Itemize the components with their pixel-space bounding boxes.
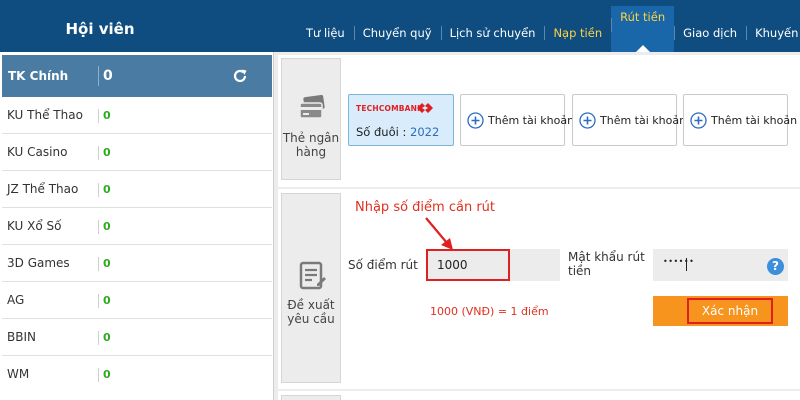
tab-nap-tien[interactable]: Nạp tiền: [544, 14, 611, 52]
sidebar-item-label: BBIN: [7, 330, 36, 344]
plus-circle-icon: [690, 112, 707, 129]
tab-lich-su-chuyen[interactable]: Lịch sử chuyển: [440, 14, 545, 52]
confirm-button[interactable]: Xác nhận: [653, 296, 788, 326]
section-label-line2: hàng: [295, 145, 327, 159]
page-title: Hội viên: [65, 20, 135, 38]
tab-giao-dich[interactable]: Giao dịch: [674, 14, 746, 52]
help-icon[interactable]: ?: [767, 258, 784, 275]
request-section-label: Đề xuất yêu cầu: [281, 193, 341, 383]
sidebar: TK Chính 0 KU Thể Thao 0 KU Casino 0 JZ …: [0, 52, 274, 400]
add-account-button[interactable]: Thêm tài khoản: [683, 94, 797, 146]
next-section-label: [281, 395, 341, 400]
refresh-icon[interactable]: [232, 68, 248, 84]
bank-logo: TECHCOMBANK: [356, 104, 424, 113]
sidebar-item-label: AG: [7, 293, 25, 307]
tab-tu-lieu[interactable]: Tư liệu: [297, 14, 354, 52]
password-label-line1: Mật khẩu rút: [568, 250, 645, 264]
sidebar-item-jz-the-thao[interactable]: JZ Thể Thao 0: [2, 171, 272, 208]
text-caret: [686, 258, 687, 271]
plus-circle-icon: [467, 112, 484, 129]
sidebar-item-label: KU Thể Thao: [7, 108, 83, 122]
section-label-line1: Thẻ ngân: [282, 131, 340, 145]
password-label-line2: tiền: [568, 264, 592, 278]
add-account-label: Thêm tài khoản: [600, 114, 687, 127]
bank-card-section-label: Thẻ ngân hàng: [281, 58, 341, 180]
add-account-button[interactable]: Thêm tài khoản: [460, 94, 574, 146]
next-section: [278, 391, 800, 400]
withdraw-request-section: [278, 189, 800, 389]
amount-label: Số điểm rút: [348, 258, 418, 272]
form-icon: [299, 261, 326, 290]
sidebar-item-3d-games[interactable]: 3D Games 0: [2, 245, 272, 282]
sidebar-item-ku-the-thao[interactable]: KU Thể Thao 0: [2, 97, 272, 134]
sidebar-item-ku-casino[interactable]: KU Casino 0: [2, 134, 272, 171]
balance-value: 0: [98, 368, 111, 382]
balance-value: 0: [98, 331, 111, 345]
card-suffix-label: Số đuôi :: [356, 125, 407, 139]
sidebar-item-ku-xo-so[interactable]: KU Xổ Số 0: [2, 208, 272, 245]
arrow-icon: [425, 217, 453, 250]
section-label-line1: Đề xuất: [287, 298, 335, 312]
balance-value: 0: [98, 66, 113, 86]
sidebar-item-wm[interactable]: WM 0: [2, 356, 272, 393]
bank-card-icon: [299, 94, 325, 119]
bank-account-card[interactable]: TECHCOMBANK Số đuôi : 2022: [348, 94, 454, 146]
amount-input[interactable]: 1000: [426, 249, 510, 281]
balance-value: 0: [98, 183, 111, 197]
sidebar-item-label: JZ Thể Thao: [7, 182, 79, 196]
add-account-label: Thêm tài khoản: [711, 114, 798, 127]
sidebar-item-label: KU Xổ Số: [7, 219, 62, 233]
plus-circle-icon: [579, 112, 596, 129]
sidebar-item-label: 3D Games: [7, 256, 70, 270]
tab-rut-tien[interactable]: Rút tiền: [611, 6, 675, 52]
balance-value: 0: [98, 257, 111, 271]
sidebar-item-label: TK Chính: [8, 69, 69, 83]
amount-input-wrapper: 1000: [426, 249, 560, 281]
card-suffix: Số đuôi : 2022: [356, 125, 439, 139]
bank-logo-icon: [417, 103, 433, 113]
tab-khuyen-mai[interactable]: Khuyến mãi: [746, 14, 800, 52]
sidebar-item-bbin[interactable]: BBIN 0: [2, 319, 272, 356]
top-nav: Tư liệu Chuyển quỹ Lịch sử chuyển Nạp ti…: [297, 6, 800, 52]
add-account-label: Thêm tài khoản: [488, 114, 575, 127]
balance-value: 0: [98, 146, 111, 160]
exchange-rate-text: 1000 (VNĐ) = 1 điểm: [430, 305, 549, 318]
sidebar-item-main-account[interactable]: TK Chính 0: [2, 55, 272, 97]
balance-value: 0: [98, 220, 111, 234]
password-mask: ••••••: [663, 257, 695, 266]
add-account-button[interactable]: Thêm tài khoản: [572, 94, 686, 146]
sidebar-item-label: KU Casino: [7, 145, 68, 159]
balance-value: 0: [98, 294, 111, 308]
sidebar-item-label: WM: [7, 367, 30, 381]
confirm-button-label: Xác nhận: [687, 298, 773, 324]
card-suffix-value: 2022: [410, 125, 440, 139]
sidebar-item-ag[interactable]: AG 0: [2, 282, 272, 319]
annotation-hint: Nhập số điểm cần rút: [355, 200, 495, 215]
balance-value: 0: [98, 109, 111, 123]
section-label-line2: yêu cầu: [287, 312, 335, 326]
header: Hội viên Tư liệu Chuyển quỹ Lịch sử chuy…: [0, 0, 800, 52]
tab-chuyen-quy[interactable]: Chuyển quỹ: [353, 14, 441, 52]
